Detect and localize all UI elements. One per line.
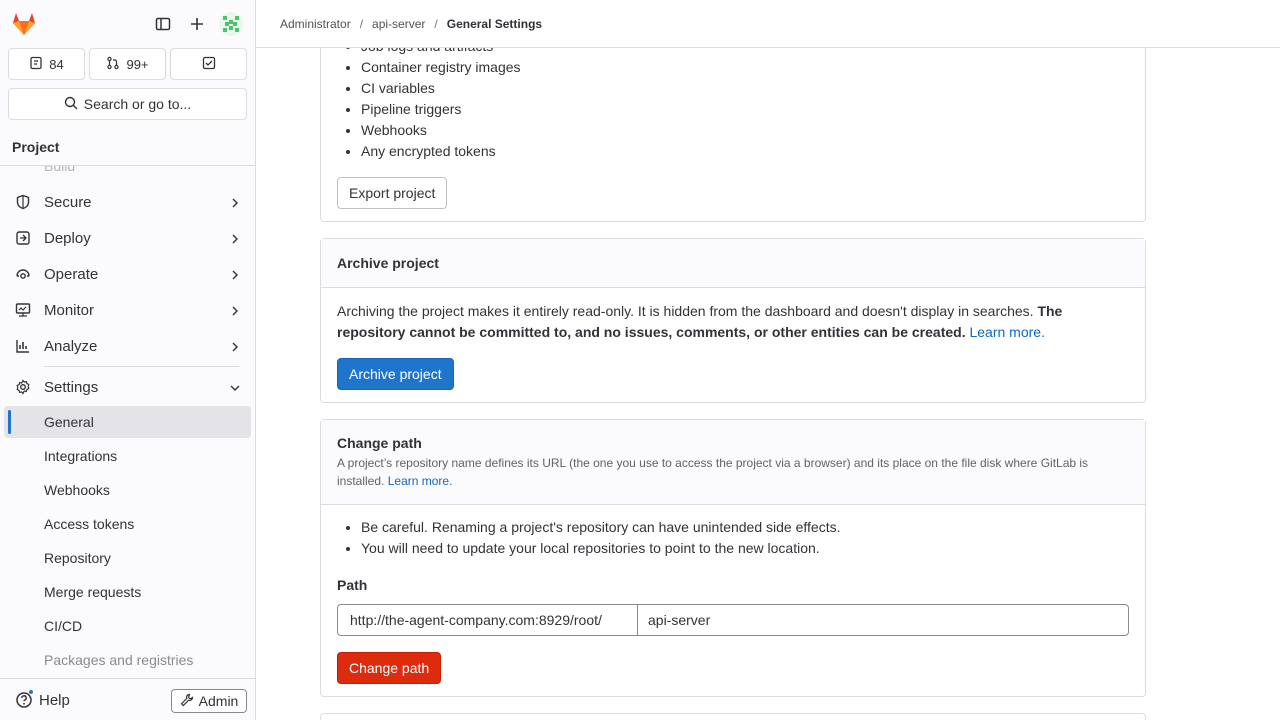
sidebar-footer: Help Admin [0, 678, 255, 720]
breadcrumb: Administrator / api-server / General Set… [256, 0, 1280, 48]
list-item: Container registry images [361, 57, 521, 78]
sidebar-item-repository[interactable]: Repository [4, 542, 251, 574]
sidebar-item-label: Monitor [44, 301, 95, 319]
merge-requests-count: 99+ [126, 56, 149, 72]
sidebar-toggle-icon[interactable] [151, 12, 175, 36]
sidebar-item-webhooks[interactable]: Webhooks [4, 474, 251, 506]
sidebar-top [0, 0, 255, 48]
issues-count: 84 [49, 56, 64, 72]
list-item: Webhooks [361, 120, 521, 141]
sidebar-item-label: Operate [44, 265, 99, 283]
breadcrumb-separator: / [434, 16, 438, 31]
archive-learn-more-link[interactable]: Learn more. [969, 324, 1044, 340]
sidebar-item-label: Secure [44, 193, 92, 211]
change-path-header: Change path A project’s repository name … [321, 420, 1145, 505]
change-path-title: Change path [337, 435, 422, 451]
search-icon [64, 96, 78, 113]
wrench-icon [180, 693, 194, 710]
sidebar-item-operate[interactable]: Operate [4, 257, 251, 291]
breadcrumb-item-project[interactable]: api-server [372, 17, 425, 31]
chevron-right-icon [229, 340, 241, 352]
todos-button[interactable] [170, 48, 247, 80]
main-content: Job logs and artifacts Container registr… [256, 48, 1280, 720]
chevron-right-icon [229, 304, 241, 316]
path-input[interactable]: api-server [637, 604, 1129, 636]
sidebar-item-packages-registries[interactable]: Packages and registries [4, 644, 251, 676]
issues-icon [29, 56, 43, 73]
operate-icon [15, 266, 31, 282]
change-path-card: Change path A project’s repository name … [320, 419, 1146, 697]
sidebar-item-monitor[interactable]: Monitor [4, 293, 251, 327]
archive-project-button[interactable]: Archive project [337, 358, 454, 390]
breadcrumb-item-administrator[interactable]: Administrator [280, 17, 351, 31]
help-label: Help [39, 691, 70, 709]
todo-icon [202, 56, 216, 73]
sidebar-item-label: Deploy [44, 229, 91, 247]
sidebar-item-secure[interactable]: Secure [4, 185, 251, 219]
merge-requests-count-button[interactable]: 99+ [89, 48, 166, 80]
archive-project-card: Archive project Archiving the project ma… [320, 238, 1146, 403]
list-item: Be careful. Renaming a project's reposit… [361, 517, 840, 538]
sidebar-item-merge-requests[interactable]: Merge requests [4, 576, 251, 608]
archive-title: Archive project [337, 255, 439, 271]
question-icon [15, 689, 34, 709]
sidebar-item-integrations[interactable]: Integrations [4, 440, 251, 472]
archive-card-header: Archive project [321, 239, 1145, 288]
sidebar-item-settings[interactable]: Settings [4, 370, 251, 404]
sidebar-divider [44, 366, 239, 367]
list-item: Job logs and artifacts [361, 48, 521, 57]
breadcrumb-separator: / [359, 16, 364, 31]
list-item: Any encrypted tokens [361, 141, 521, 162]
sidebar-item-label: Settings [44, 378, 99, 396]
admin-label: Admin [198, 693, 239, 709]
merge-request-icon [106, 56, 120, 73]
deploy-icon [15, 230, 31, 246]
sidebar-item-label: Analyze [44, 337, 98, 355]
list-item: Pipeline triggers [361, 99, 521, 120]
sidebar-item-analyze[interactable]: Analyze [4, 329, 251, 363]
export-project-button[interactable]: Export project [337, 177, 448, 209]
export-items-list: Job logs and artifacts Container registr… [321, 48, 521, 162]
project-section-title: Project [0, 128, 255, 166]
plus-icon[interactable] [185, 12, 209, 36]
list-item: CI variables [361, 78, 521, 99]
change-path-button[interactable]: Change path [337, 652, 442, 684]
search-button[interactable]: Search or go to... [8, 88, 247, 120]
gear-icon [15, 379, 31, 395]
sidebar-item-ci-cd[interactable]: CI/CD [4, 610, 251, 642]
chevron-down-icon [229, 381, 241, 393]
admin-button[interactable]: Admin [171, 689, 247, 713]
change-path-warnings: Be careful. Renaming a project's reposit… [321, 517, 840, 559]
notification-dot [28, 689, 34, 695]
sidebar-nav: Build Secure Deploy Operate Monitor Anal… [0, 166, 255, 678]
sidebar-item-general[interactable]: General [4, 406, 251, 438]
next-settings-card [320, 713, 1146, 720]
sidebar-item-build[interactable]: Build [44, 166, 75, 174]
search-label: Search or go to... [83, 96, 192, 112]
issues-count-button[interactable]: 84 [8, 48, 85, 80]
list-item: You will need to update your local repos… [361, 538, 840, 559]
help-button[interactable]: Help [15, 689, 70, 709]
avatar[interactable] [219, 12, 243, 36]
change-path-description: A project’s repository name defines its … [337, 454, 1129, 490]
shield-icon [15, 194, 31, 210]
export-project-card: Job logs and artifacts Container registr… [320, 48, 1146, 222]
sidebar-counts: 84 99+ [8, 48, 247, 80]
breadcrumb-item-current[interactable]: General Settings [447, 17, 542, 31]
gitlab-logo-icon[interactable] [10, 10, 38, 38]
path-label: Path [337, 577, 368, 593]
sidebar-item-access-tokens[interactable]: Access tokens [4, 508, 251, 540]
path-prefix: http://the-agent-company.com:8929/root/ [337, 604, 638, 636]
chart-icon [15, 338, 31, 354]
chevron-right-icon [229, 268, 241, 280]
archive-description: Archiving the project makes it entirely … [337, 301, 1127, 343]
sidebar-item-deploy[interactable]: Deploy [4, 221, 251, 255]
monitor-icon [15, 302, 31, 318]
change-path-learn-more-link[interactable]: Learn more. [388, 474, 453, 488]
chevron-right-icon [229, 232, 241, 244]
sidebar: 84 99+ Search or go to... Project Build … [0, 0, 256, 720]
chevron-right-icon [229, 196, 241, 208]
archive-text: Archiving the project makes it entirely … [337, 303, 1034, 319]
